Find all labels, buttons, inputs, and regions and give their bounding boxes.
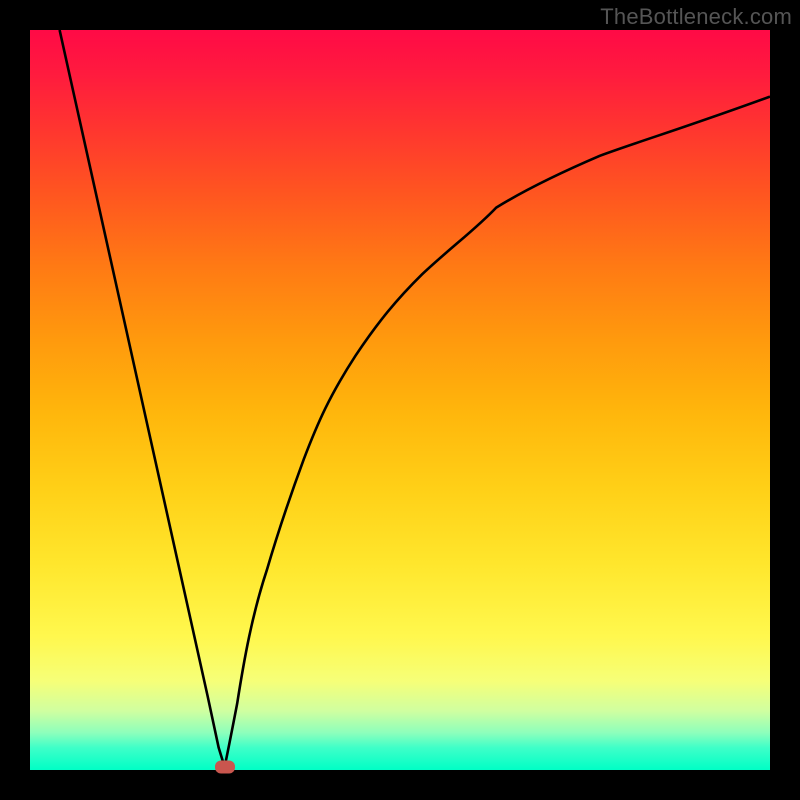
curve-left-branch — [60, 30, 225, 767]
curve-right-branch — [225, 97, 770, 767]
bottleneck-curve — [30, 30, 770, 770]
chart-frame: TheBottleneck.com — [0, 0, 800, 800]
watermark-text: TheBottleneck.com — [600, 4, 792, 30]
bottleneck-marker — [215, 761, 235, 774]
plot-area — [30, 30, 770, 770]
